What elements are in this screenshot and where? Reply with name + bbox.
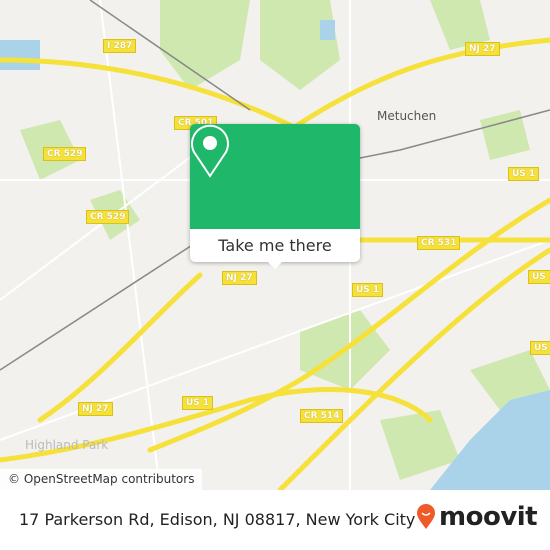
road-label: US 1 — [182, 396, 214, 410]
popup-header — [190, 124, 360, 229]
moovit-logo[interactable]: moovit — [416, 502, 538, 532]
popup-pointer — [267, 261, 283, 269]
road-label: US 1 — [508, 167, 540, 181]
road-label: US 1 — [528, 270, 550, 284]
address-text: 17 Parkerson Rd, Edison, NJ 08817, New Y… — [19, 510, 416, 529]
map-pin-icon — [191, 124, 229, 178]
road-label: I 287 — [103, 39, 137, 53]
place-label-highland-park: Highland Park — [25, 438, 109, 452]
road-label: CR 531 — [417, 236, 461, 250]
road-label: US 1 — [530, 341, 550, 355]
take-me-there-button[interactable]: Take me there — [190, 229, 360, 262]
road-label: CR 529 — [86, 210, 130, 224]
take-me-there-popup[interactable]: Take me there — [190, 124, 360, 269]
road-label: NJ 27 — [222, 271, 257, 285]
road-label: CR 529 — [43, 147, 87, 161]
osm-attribution[interactable]: © OpenStreetMap contributors — [0, 469, 203, 490]
road-label: NJ 27 — [78, 402, 113, 416]
road-label: NJ 27 — [465, 42, 500, 56]
moovit-wordmark: moovit — [439, 502, 538, 532]
place-label-metuchen: Metuchen — [377, 109, 437, 123]
road-label: US 1 — [352, 283, 384, 297]
moovit-pin-icon — [417, 504, 435, 529]
road-label: CR 514 — [300, 409, 344, 423]
map[interactable]: I 287 NJ 27 CR 501 CR 529 CR 529 US 1 CR… — [0, 0, 550, 490]
